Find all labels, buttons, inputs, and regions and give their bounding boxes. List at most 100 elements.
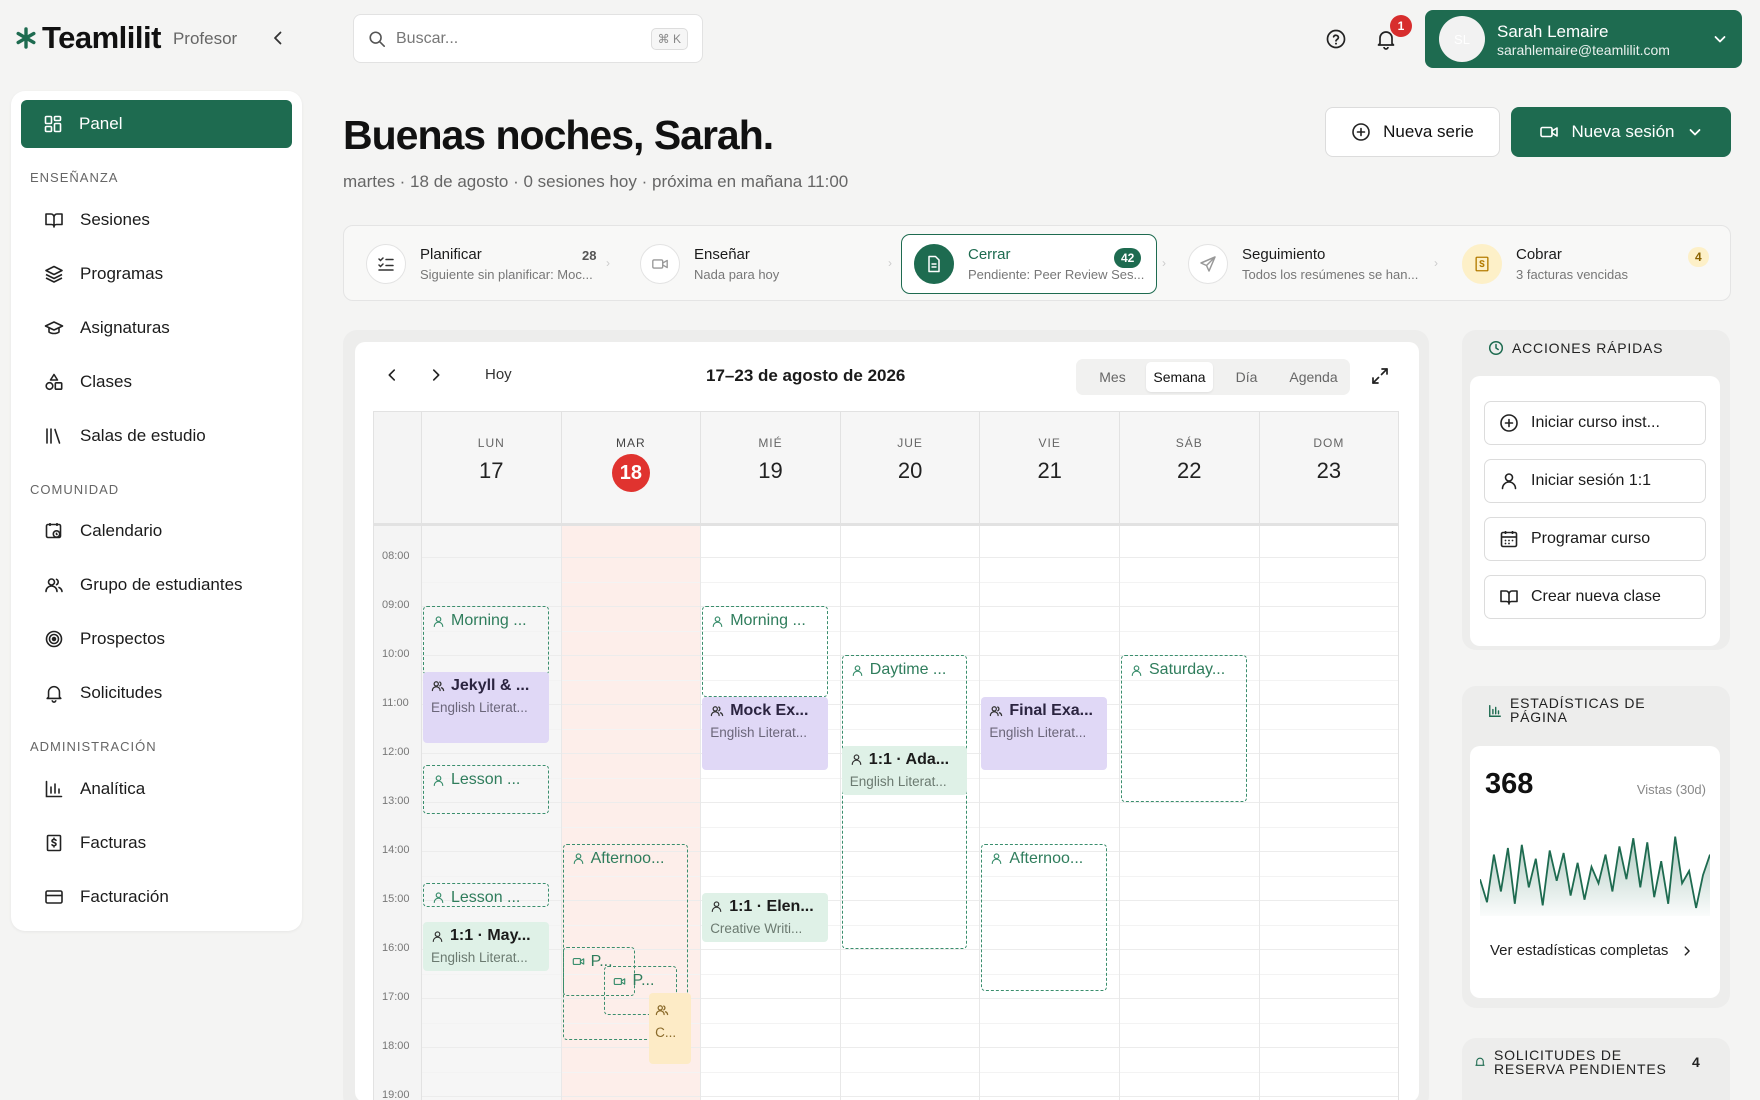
day-name: JUE [897, 436, 923, 450]
sidebar-item-asignaturas[interactable]: Asignaturas [44, 318, 170, 338]
step-planificar[interactable]: Planificar Siguiente sin planificar: Moc.… [354, 234, 604, 294]
start-instant-course-button[interactable]: Iniciar curso inst... [1484, 401, 1706, 445]
step-cobrar[interactable]: Cobrar 3 facturas vencidas 4 [1450, 234, 1720, 294]
day-header[interactable]: SÁB 22 [1120, 412, 1260, 524]
event-title-text: Daytime ... [869, 661, 947, 678]
view-month-tab[interactable]: Mes [1079, 362, 1146, 392]
day-header[interactable]: LUN 17 [422, 412, 562, 524]
event-title: Daytime ... [851, 661, 959, 679]
dashboard-icon [44, 115, 62, 133]
calendar-event[interactable]: Mock Ex... English Literat... [702, 696, 828, 771]
brand-logo[interactable]: Teamlilit Profesor [14, 20, 237, 56]
calendar-event[interactable]: Jekyll & ... English Literat... [423, 672, 549, 744]
event-title-text: Final Exa... [1009, 701, 1093, 719]
sidebar-item-label: Panel [79, 114, 123, 133]
clock-icon [1488, 340, 1504, 356]
expand-calendar-button[interactable] [1370, 366, 1390, 386]
page-stats-header: ESTADÍSTICAS DE PÁGINA [1488, 696, 1645, 724]
sidebar-item-label: Facturación [80, 887, 169, 906]
calendar-event[interactable]: 1:1 · Ada... English Literat... [841, 745, 968, 795]
video-icon [572, 955, 585, 968]
collapse-sidebar-button[interactable] [268, 28, 288, 48]
time-label: 18:00 [382, 1040, 410, 1052]
pending-requests-header[interactable]: SOLICITUDES DE RESERVA PENDIENTES [1474, 1048, 1667, 1076]
view-day-tab[interactable]: Día [1213, 362, 1280, 392]
calendar-event[interactable]: C... [649, 993, 692, 1065]
separator-chevron-icon: › [888, 256, 892, 270]
sidebar-item-solicitudes[interactable]: Solicitudes [44, 683, 162, 703]
separator-chevron-icon: › [1162, 256, 1166, 270]
prev-week-button[interactable] [383, 366, 401, 384]
view-week-tab[interactable]: Semana [1146, 362, 1213, 392]
new-series-button[interactable]: Nueva serie [1325, 107, 1500, 157]
create-class-button[interactable]: Crear nueva clase [1484, 575, 1706, 619]
day-name: DOM [1313, 436, 1345, 450]
layers-icon [45, 265, 63, 283]
sidebar-item-label: Calendario [80, 521, 163, 540]
chevron-down-icon [1714, 36, 1726, 43]
page-subtitle: martes · 18 de agosto · 0 sesiones hoy ·… [343, 172, 849, 191]
today-button[interactable]: Hoy [485, 366, 512, 383]
start-one-on-one-button[interactable]: Iniciar sesión 1:1 [1484, 459, 1706, 503]
event-subtitle: English Literat... [989, 724, 1087, 740]
sidebar-item-analitica[interactable]: Analítica [44, 779, 145, 799]
day-header[interactable]: MAR 18 [561, 412, 702, 524]
event-title: Afternoo... [572, 850, 680, 868]
schedule-course-button[interactable]: Programar curso [1484, 517, 1706, 561]
next-week-button[interactable] [427, 366, 445, 384]
page-title: Buenas noches, Sarah. [343, 112, 774, 158]
quick-action-label: Programar curso [1531, 530, 1651, 547]
sidebar-item-calendario[interactable]: Calendario [44, 521, 162, 541]
event-title: Jekyll & ... [431, 677, 541, 695]
view-full-stats-label: Ver estadísticas completas [1490, 942, 1669, 959]
user-menu[interactable]: SL Sarah Lemaire sarahlemaire@teamlilit.… [1425, 10, 1742, 68]
calendar-event[interactable]: Final Exa... English Literat... [981, 696, 1107, 771]
step-seguimiento[interactable]: Seguimiento Todos los resúmenes se han... [1176, 234, 1426, 294]
day-header[interactable]: MIÉ 19 [701, 412, 841, 524]
avatar: SL [1439, 16, 1485, 62]
sidebar-item-grupo-de-estudiantes[interactable]: Grupo de estudiantes [44, 575, 243, 595]
sidebar-item-sesiones[interactable]: Sesiones [44, 210, 150, 230]
day-name: MAR [616, 436, 646, 450]
search-box[interactable]: ⌘ K [353, 14, 703, 63]
time-label: 17:00 [382, 991, 410, 1003]
sidebar-item-facturas[interactable]: Facturas [44, 833, 146, 853]
sidebar-item-panel[interactable]: Panel [21, 100, 292, 148]
sidebar-item-clases[interactable]: Clases [44, 372, 132, 392]
new-session-button[interactable]: Nueva sesión [1511, 107, 1731, 157]
step-ensenar[interactable]: Enseñar Nada para hoy [628, 234, 878, 294]
new-session-label: Nueva sesión [1571, 122, 1675, 141]
section-title-comunidad: COMUNIDAD [30, 482, 120, 497]
day-header[interactable]: DOM 23 [1259, 412, 1398, 524]
day-number: 22 [1177, 458, 1202, 483]
quick-action-label: Iniciar sesión 1:1 [1531, 472, 1652, 489]
users-icon [710, 704, 724, 718]
calendar-event[interactable]: 1:1 · Elen... Creative Writi... [702, 892, 828, 942]
calendar-event[interactable]: Daytime ... [841, 655, 968, 949]
day-header[interactable]: VIE 21 [980, 412, 1120, 524]
calendar-event[interactable]: Saturday... [1121, 655, 1247, 802]
help-button[interactable] [1318, 21, 1354, 57]
notifications-button[interactable]: 1 [1368, 15, 1412, 57]
sidebar-item-prospectos[interactable]: Prospectos [44, 629, 165, 649]
calendar-event[interactable]: 1:1 · May... English Literat... [423, 922, 549, 972]
sidebar-item-label: Salas de estudio [80, 426, 206, 445]
quick-actions-header: ACCIONES RÁPIDAS [1488, 340, 1663, 356]
calendar-event[interactable]: Morning ... [423, 606, 549, 675]
step-cerrar[interactable]: Cerrar Pendiente: Peer Review Ses... 42 [901, 234, 1157, 294]
calendar-event[interactable]: Lesson ... [423, 882, 549, 908]
day-column [1120, 526, 1260, 1100]
calendar-event[interactable]: Lesson ... [423, 765, 549, 815]
send-icon [1188, 244, 1228, 284]
user-icon [431, 930, 444, 943]
calendar-event[interactable]: Morning ... [702, 606, 828, 697]
event-subtitle: English Literat... [431, 700, 528, 716]
calendar-event[interactable]: Afternoo... [981, 843, 1107, 991]
view-full-stats-link[interactable]: Ver estadísticas completas [1490, 942, 1694, 959]
view-agenda-tab[interactable]: Agenda [1280, 362, 1347, 392]
search-input[interactable] [396, 29, 641, 48]
sidebar-item-programas[interactable]: Programas [44, 264, 163, 284]
day-header[interactable]: JUE 20 [840, 412, 981, 524]
sidebar-item-salas-de-estudio[interactable]: Salas de estudio [44, 426, 206, 446]
sidebar-item-facturacion[interactable]: Facturación [44, 887, 169, 907]
